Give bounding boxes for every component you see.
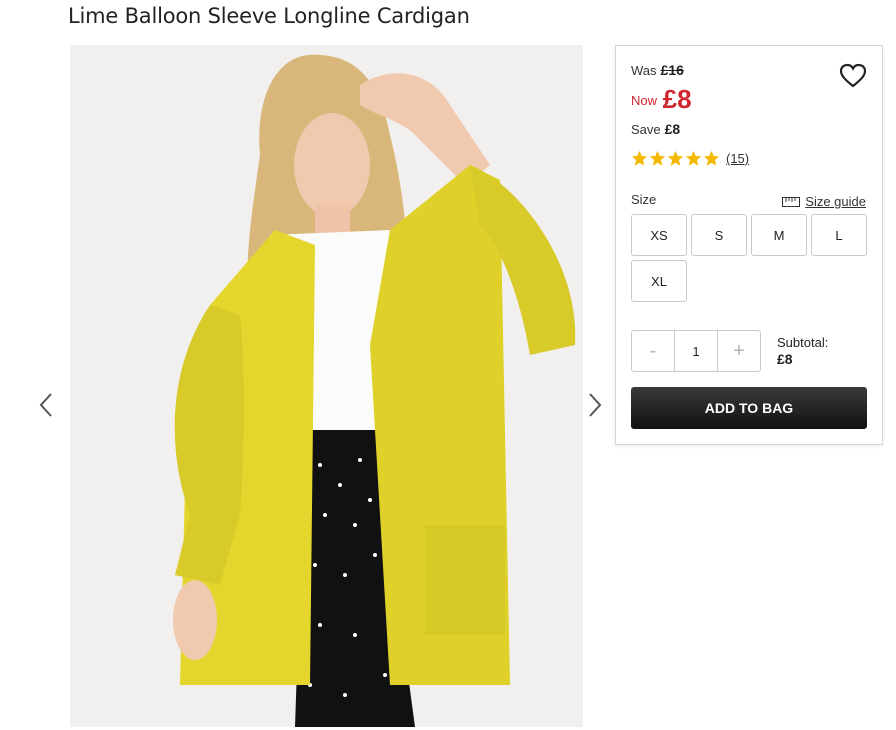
product-image[interactable]	[70, 45, 583, 727]
now-price: Now £8	[631, 84, 692, 115]
subtotal-label: Subtotal:	[777, 335, 829, 350]
decrease-button[interactable]: -	[632, 331, 674, 371]
save-price: Save £8	[631, 121, 680, 137]
size-option-l[interactable]: L	[811, 214, 867, 256]
star-icon	[703, 150, 720, 166]
size-option-xs[interactable]: XS	[631, 214, 687, 256]
save-label: Save	[631, 122, 661, 137]
increase-button[interactable]: +	[718, 331, 760, 371]
size-guide-label: Size guide	[805, 194, 866, 209]
ruler-icon	[782, 196, 801, 207]
star-icon	[667, 150, 684, 166]
subtotal-value: £8	[777, 351, 793, 367]
size-option-s[interactable]: S	[691, 214, 747, 256]
was-price: Was £16	[631, 62, 684, 78]
size-option-xl[interactable]: XL	[631, 260, 687, 302]
star-icon	[685, 150, 702, 166]
size-label: Size	[631, 192, 657, 207]
save-value: £8	[664, 121, 681, 137]
rating: (15)	[631, 150, 749, 167]
was-label: Was	[631, 63, 657, 78]
quantity-stepper: - 1 +	[631, 330, 761, 372]
product-photo	[70, 45, 583, 727]
size-guide-link[interactable]: Size guide	[782, 194, 866, 209]
subtotal: Subtotal: £8	[777, 334, 828, 368]
purchase-panel: Was £16 Now £8 Save £8 (15) Size Size guid…	[615, 45, 883, 445]
chevron-left-icon[interactable]	[34, 390, 58, 420]
chevron-right-icon[interactable]	[583, 390, 607, 420]
review-count-link[interactable]: (15)	[726, 151, 749, 166]
quantity-value[interactable]: 1	[674, 331, 718, 371]
was-value: £16	[660, 62, 684, 78]
product-title: Lime Balloon Sleeve Longline Cardigan	[68, 4, 470, 28]
star-icon	[649, 150, 666, 166]
now-value: £8	[662, 84, 692, 114]
star-icon	[631, 150, 648, 166]
size-option-m[interactable]: M	[751, 214, 807, 256]
heart-icon[interactable]	[839, 62, 867, 90]
add-to-bag-button[interactable]: ADD TO BAG	[631, 387, 867, 429]
now-label: Now	[631, 93, 658, 108]
